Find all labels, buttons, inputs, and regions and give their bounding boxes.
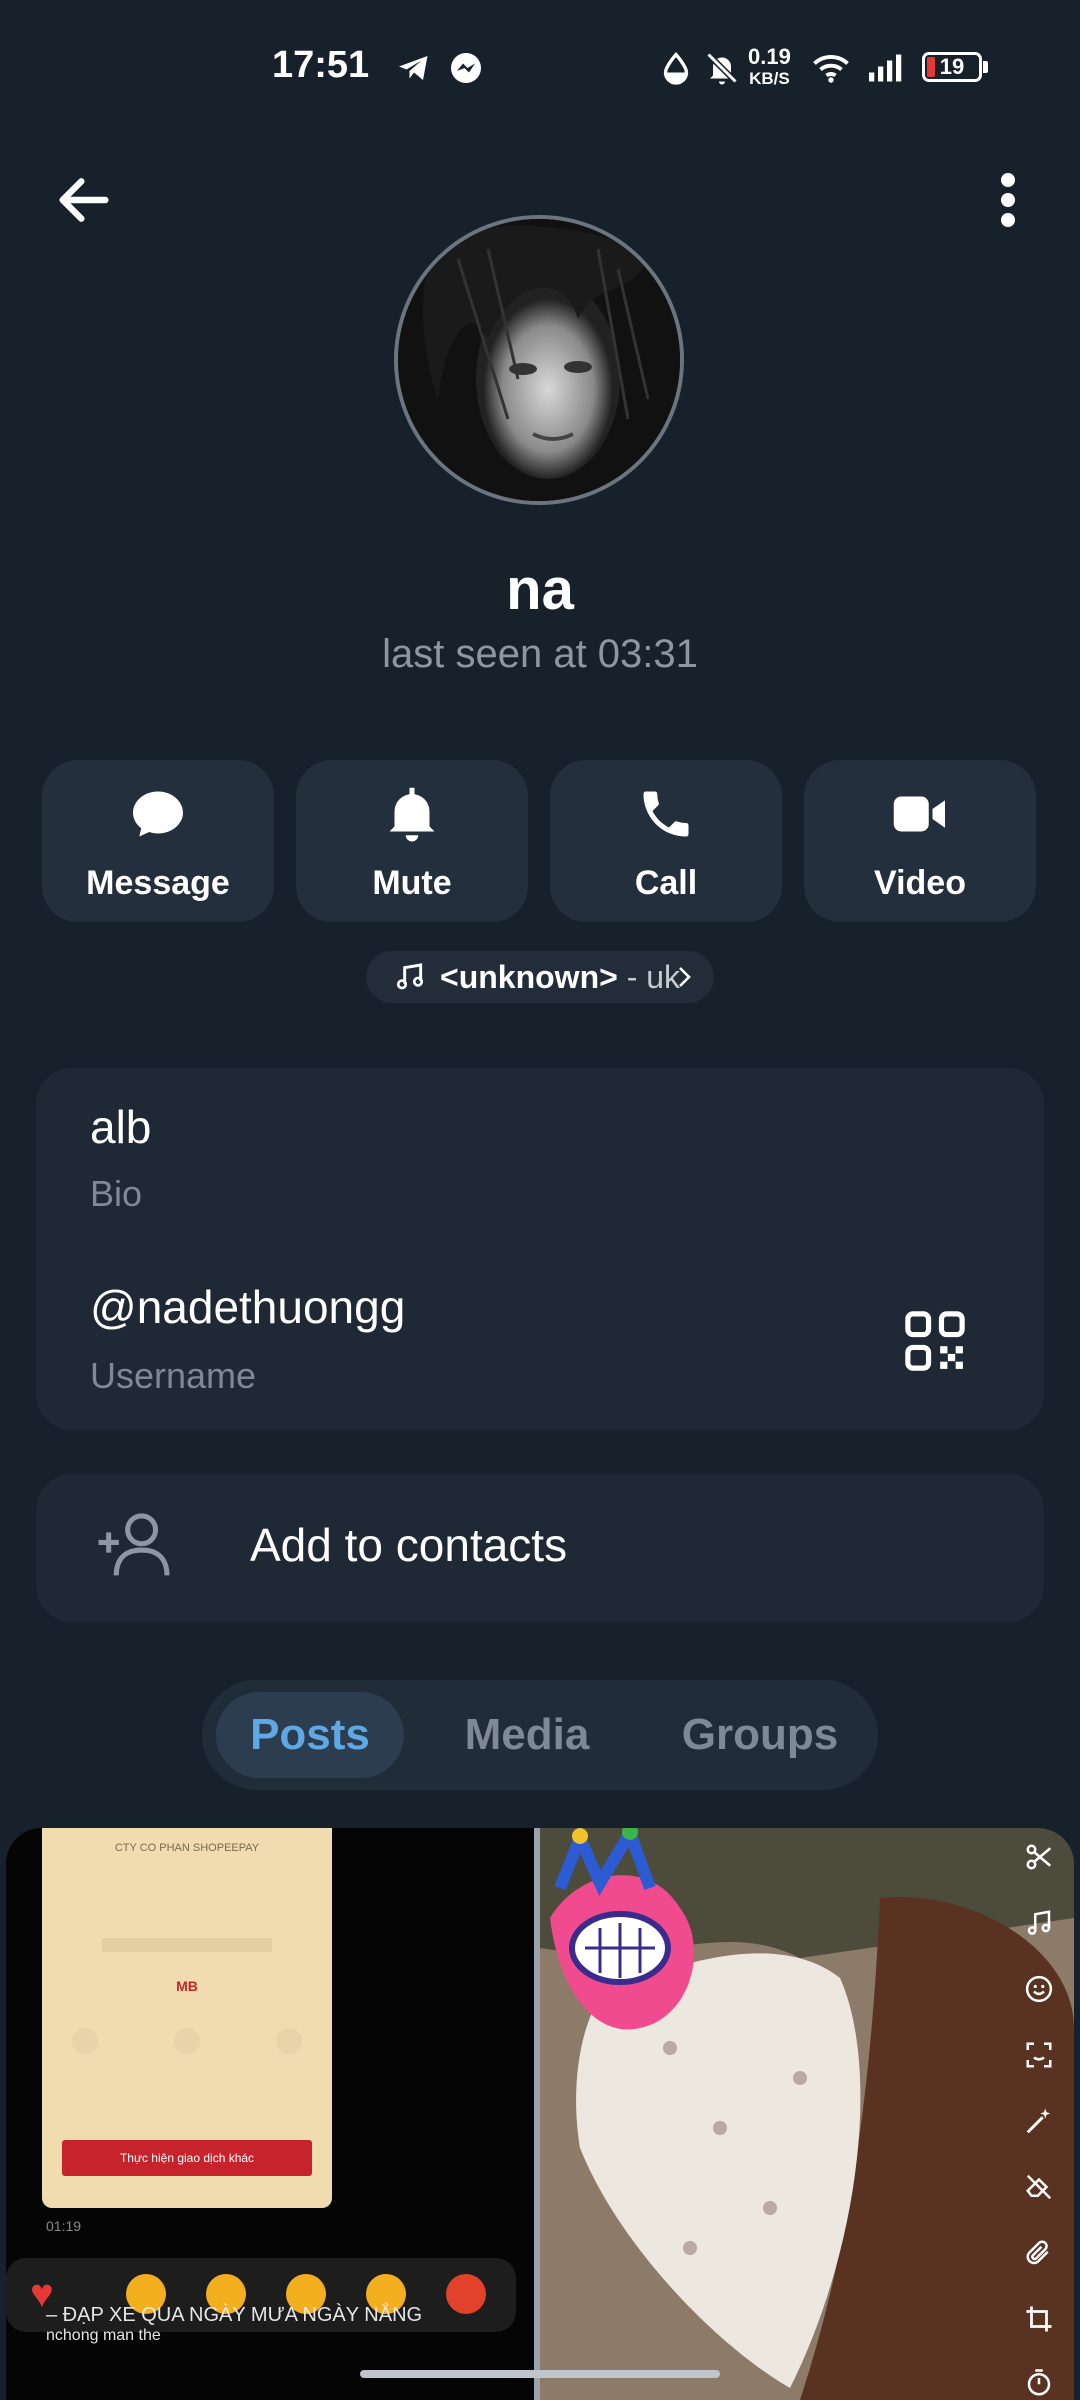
post-1-duration: 01:19 — [46, 2218, 82, 2234]
bio-label: Bio — [90, 1173, 143, 1214]
chat-bubble-icon — [133, 791, 183, 837]
post-1-screenshot: CTY CO PHAN SHOPEEPAY MB Thực hiện giao … — [42, 1828, 332, 2208]
post-1-company: CTY CO PHAN SHOPEEPAY — [114, 1842, 260, 1854]
profile-name: na — [506, 557, 574, 622]
video-camera-icon — [893, 796, 945, 832]
battery-level: 19 — [939, 54, 965, 79]
call-label: Call — [634, 864, 698, 902]
status-time: 17:51 — [272, 44, 370, 86]
add-to-contacts-label: Add to contacts — [250, 1519, 568, 1571]
post-2-image — [540, 1828, 1074, 2400]
music-track: <unknown> - uk — [440, 951, 680, 1003]
post-1-caption-line2: nchong man the — [46, 2327, 161, 2344]
post-1-caption-line1: – ĐẠP XE QUA NGÀY MƯA NGÀY NẮNG — [46, 2304, 423, 2326]
wifi-icon — [813, 55, 849, 83]
editor-tools — [1004, 1828, 1074, 2400]
network-speed: 0.19 KB/S — [748, 46, 791, 90]
face-scan-icon[interactable] — [1024, 2040, 1054, 2070]
video-button[interactable]: Video — [804, 760, 1036, 922]
add-person-icon — [98, 1513, 170, 1576]
sticker-icon[interactable] — [1024, 1974, 1054, 2004]
mute-label: Mute — [372, 864, 452, 902]
avatar-portrait-image — [398, 219, 680, 501]
music-separator: - — [617, 959, 647, 995]
phone-icon — [643, 791, 689, 837]
music-icon[interactable] — [1024, 1908, 1054, 1938]
paperclip-icon[interactable] — [1024, 2238, 1054, 2268]
username-value[interactable]: @nadethuongg — [90, 1280, 405, 1334]
back-arrow-icon[interactable] — [52, 168, 116, 232]
qr-code-icon[interactable] — [904, 1310, 966, 1372]
network-speed-value: 0.19 — [748, 44, 791, 69]
post-1-button: Thực hiện giao dịch khác — [62, 2140, 312, 2176]
mute-notifications-icon — [706, 52, 738, 85]
home-indicator[interactable] — [360, 2370, 720, 2378]
grid-divider — [534, 1828, 540, 2400]
status-bar: 17:51 0.19 KB/S 19 — [0, 0, 1080, 130]
bell-icon — [389, 787, 435, 842]
network-speed-unit: KB/S — [749, 69, 790, 88]
magic-wand-icon[interactable] — [1024, 2106, 1054, 2136]
post-thumbnail-1[interactable]: CTY CO PHAN SHOPEEPAY MB Thực hiện giao … — [6, 1828, 534, 2400]
more-vertical-icon[interactable] — [984, 168, 1032, 232]
posts-grid: CTY CO PHAN SHOPEEPAY MB Thực hiện giao … — [6, 1828, 1074, 2400]
last-seen-status: last seen at 03:31 — [382, 632, 698, 676]
message-button[interactable]: Message — [42, 760, 274, 922]
post-1-caption: – ĐẠP XE QUA NGÀY MƯA NGÀY NẮNG nchong m… — [46, 2304, 516, 2345]
chevron-right-icon — [679, 967, 691, 987]
data-saver-icon — [663, 51, 689, 85]
tab-posts[interactable]: Posts — [216, 1692, 404, 1778]
mute-button[interactable]: Mute — [296, 760, 528, 922]
tab-groups[interactable]: Groups — [654, 1692, 866, 1778]
call-button[interactable]: Call — [550, 760, 782, 922]
profile-tabs: Posts Media Groups — [202, 1680, 878, 1790]
username-label: Username — [90, 1355, 257, 1396]
telegram-icon — [399, 56, 428, 80]
scissors-icon[interactable] — [1024, 1842, 1054, 1872]
eraser-icon[interactable] — [1024, 2172, 1054, 2202]
messenger-icon — [451, 53, 481, 83]
timer-icon[interactable] — [1024, 2368, 1054, 2398]
tab-media[interactable]: Media — [432, 1692, 622, 1778]
bio-value[interactable]: alb — [90, 1100, 151, 1154]
profile-avatar[interactable] — [394, 215, 684, 505]
profile-music-pill[interactable]: <unknown> - uk — [366, 951, 714, 1003]
post-thumbnail-2[interactable] — [540, 1828, 1074, 2400]
video-label: Video — [874, 864, 966, 902]
music-note-icon — [396, 963, 424, 990]
message-label: Message — [86, 864, 230, 902]
crop-icon[interactable] — [1024, 2304, 1054, 2334]
post-1-bank: MB — [176, 1978, 198, 1994]
signal-icon — [869, 54, 902, 82]
battery-tip — [983, 61, 988, 73]
battery-indicator: 19 — [922, 52, 982, 82]
music-title: <unknown> — [440, 959, 618, 995]
